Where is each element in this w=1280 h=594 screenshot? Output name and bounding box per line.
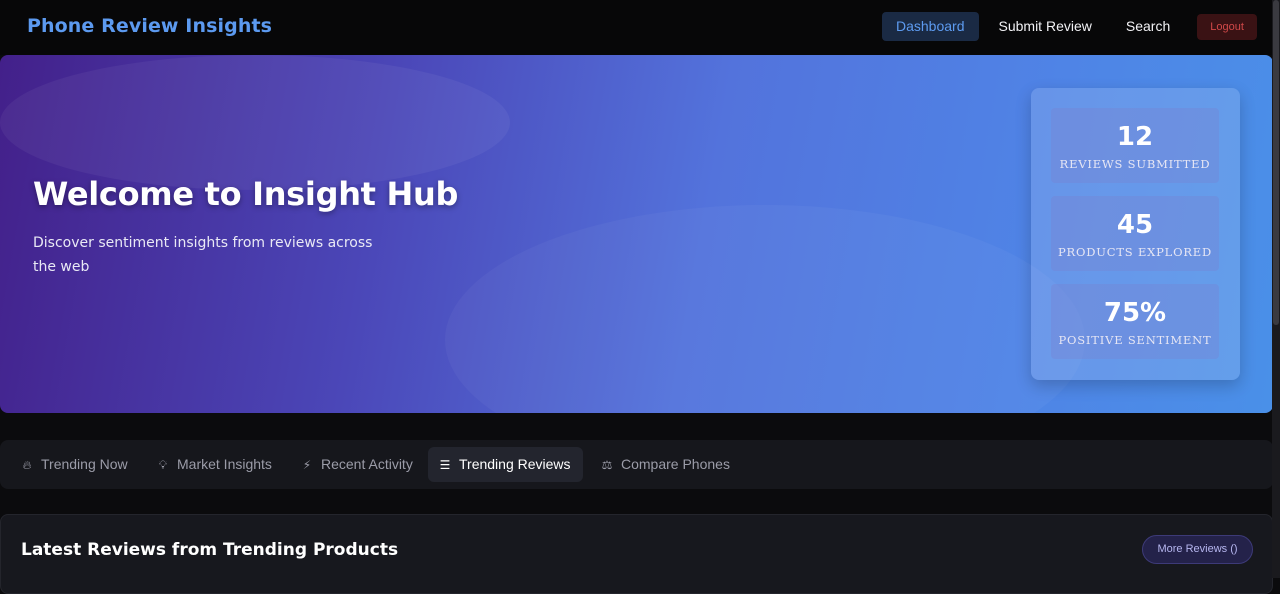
stat-card-products: 45 PRODUCTS EXPLORED (1051, 196, 1219, 271)
hero-banner: Welcome to Insight Hub Discover sentimen… (0, 55, 1273, 413)
stat-value: 45 (1116, 210, 1154, 240)
tab-label: Compare Phones (621, 456, 730, 472)
tab-label: Trending Reviews (459, 456, 571, 472)
tab-label: Recent Activity (321, 456, 413, 472)
list-icon: ☰ (439, 458, 451, 472)
stat-value: 12 (1116, 122, 1154, 152)
latest-reviews-card: Latest Reviews from Trending Products Mo… (0, 514, 1273, 594)
tab-label: Trending Now (41, 456, 128, 472)
tab-trending-now[interactable]: 🔥︎ Trending Now (10, 447, 140, 482)
tab-trending-reviews[interactable]: ☰ Trending Reviews (428, 447, 583, 482)
scrollbar-thumb[interactable] (1273, 0, 1279, 325)
fire-icon: 🔥︎ (22, 458, 32, 472)
hero-subtitle: Discover sentiment insights from reviews… (33, 235, 373, 275)
hero-decoration (445, 205, 1085, 413)
stat-label: POSITIVE SENTIMENT (1058, 333, 1212, 347)
stat-label: PRODUCTS EXPLORED (1058, 245, 1212, 259)
brand-logo[interactable]: Phone Review Insights (27, 15, 272, 37)
scale-icon: ⚖︎ (601, 458, 613, 472)
stat-label: REVIEWS SUBMITTED (1059, 157, 1211, 171)
more-reviews-button[interactable]: More Reviews () (1142, 535, 1253, 564)
nav-dashboard[interactable]: Dashboard (882, 12, 979, 41)
nav-search[interactable]: Search (1112, 12, 1184, 41)
stat-card-reviews: 12 REVIEWS SUBMITTED (1051, 108, 1219, 183)
tab-compare-phones[interactable]: ⚖︎ Compare Phones (590, 447, 742, 482)
page-scrollbar[interactable] (1272, 0, 1280, 578)
hero-decoration (0, 55, 510, 190)
tab-label: Market Insights (177, 456, 272, 472)
hero-title: Welcome to Insight Hub (33, 175, 459, 213)
logout-button[interactable]: Logout (1197, 13, 1257, 40)
bolt-icon: ⚡︎ (302, 458, 312, 472)
nav-submit-review[interactable]: Submit Review (985, 12, 1106, 41)
stats-panel: 12 REVIEWS SUBMITTED 45 PRODUCTS EXPLORE… (1031, 88, 1240, 380)
stat-value: 75% (1103, 298, 1167, 328)
nav-links: Dashboard Submit Review Search Logout (882, 12, 1257, 41)
top-navbar: Phone Review Insights Dashboard Submit R… (0, 0, 1280, 55)
tab-recent-activity[interactable]: ⚡︎ Recent Activity (290, 447, 425, 482)
tab-bar: 🔥︎ Trending Now 💡︎ Market Insights ⚡︎ Recen… (0, 440, 1273, 489)
tab-market-insights[interactable]: 💡︎ Market Insights (146, 447, 284, 482)
lightbulb-icon: 💡︎ (158, 458, 168, 472)
stat-card-sentiment: 75% POSITIVE SENTIMENT (1051, 284, 1219, 359)
section-title: Latest Reviews from Trending Products (21, 540, 399, 560)
